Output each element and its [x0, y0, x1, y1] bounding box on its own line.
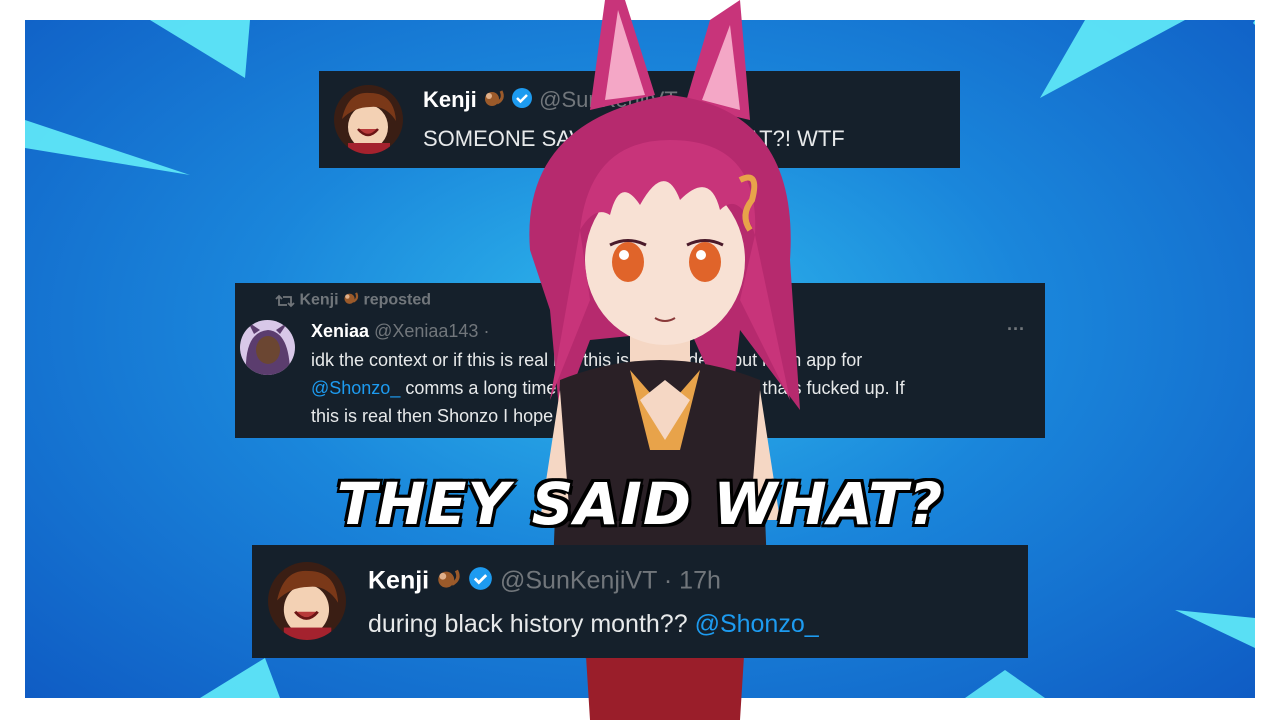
repost-icon	[275, 292, 299, 309]
more-options-icon[interactable]: ···	[1007, 319, 1025, 340]
repost-author[interactable]: Kenji	[299, 292, 338, 309]
repost-label: reposted	[363, 291, 432, 309]
monkey-emoji-icon	[436, 566, 461, 598]
mention-link[interactable]: @Shonzo_	[311, 378, 400, 398]
timestamp[interactable]: 17h	[679, 567, 721, 595]
tweet-header: Kenji @SunKenjiVT · 17h	[368, 566, 721, 598]
verified-badge-icon	[468, 566, 493, 598]
separator: ·	[663, 566, 673, 595]
tweet-card-kenji-17h[interactable]: Kenji @SunKenjiVT · 17h during black his…	[252, 545, 1028, 658]
author-name[interactable]: Kenji	[368, 567, 429, 595]
headline-text: THEY SAID WHAT?	[335, 468, 945, 540]
repost-line: Kenji reposted	[275, 290, 431, 311]
avatar-kenji[interactable]	[334, 85, 403, 154]
author-handle[interactable]: @SunKenjiVT	[500, 567, 657, 595]
tweet-text: during black history month?? @Shonzo_	[368, 610, 819, 639]
avatar-xeniaa[interactable]	[240, 320, 295, 375]
mention-link[interactable]: @Shonzo_	[695, 610, 819, 638]
avatar-kenji[interactable]	[268, 562, 346, 640]
author-name[interactable]: Xeniaa	[311, 321, 369, 341]
monkey-emoji-icon	[343, 290, 359, 311]
tweet-text-fragment: during black history month??	[368, 610, 695, 638]
